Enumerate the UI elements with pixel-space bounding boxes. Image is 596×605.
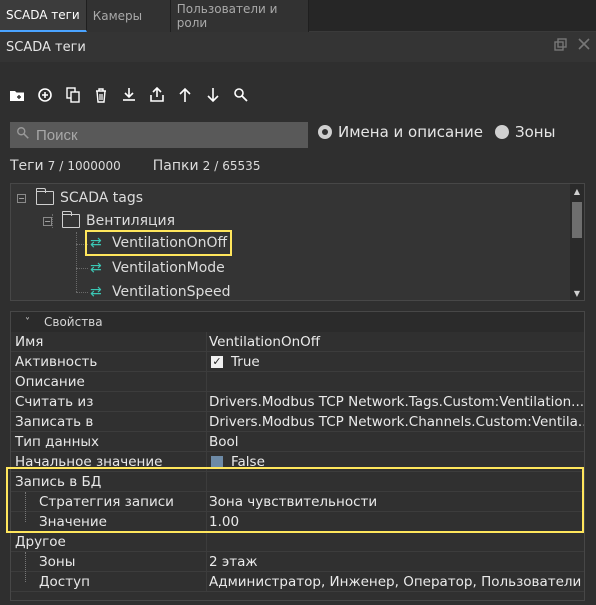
highlight-box [6,467,584,533]
checkbox-unchecked-icon[interactable]: ✓ [211,455,223,468]
prop-row: Записать в Drivers.Modbus TCP Network.Ch… [11,412,584,432]
search-icon[interactable] [232,86,250,104]
new-folder-icon[interactable] [8,86,26,104]
tree-guide [76,292,88,293]
prop-row-group: Другое [11,532,584,552]
tree-item-selected[interactable]: ⇄ VentilationOnOff [84,230,233,256]
folder-icon [62,211,80,228]
tab-bar: SCADA теги Камеры Пользователи и роли [0,0,596,32]
filter-names-descriptions[interactable]: Имена и описание [318,123,483,141]
move-up-icon[interactable] [176,86,194,104]
restore-icon[interactable] [554,38,568,56]
folders-count-sep: / [214,159,219,173]
folders-count-label: Папки [152,158,199,174]
checkbox-checked-icon[interactable]: ✓ [211,355,223,368]
tree-folder[interactable]: − Вентиляция [43,210,175,232]
import-icon[interactable] [120,86,138,104]
tree-scrollbar[interactable]: ▲ ▼ [570,184,584,300]
tab-cameras[interactable]: Камеры [86,0,171,32]
tree-guide [76,232,77,292]
tree-folder-label: Вентиляция [86,213,176,229]
folders-count-max: 65535 [222,159,261,173]
panel-title: SCADA теги [6,39,86,55]
toolbar [8,84,250,106]
prop-value[interactable]: 2 этаж [207,554,584,570]
search-box [10,122,308,148]
prop-row: Считать из Drivers.Modbus TCP Network.Ta… [11,392,584,412]
prop-name: Активность [11,352,207,371]
tag-icon: ⇄ [90,235,102,251]
prop-value[interactable]: Bool [207,434,584,450]
tree-root-label: SCADA tags [60,190,144,206]
folders-count-value: 2 [202,159,211,173]
prop-row: Описание [11,372,584,392]
filter-zones[interactable]: Зоны [495,123,555,141]
prop-name: Доступ [11,572,207,591]
search-filter: Имена и описание Зоны [318,123,555,141]
panel-controls [554,38,590,56]
properties-header[interactable]: ˅ Свойства [11,312,584,332]
prop-row: Имя VentilationOnOff [11,332,584,352]
export-icon[interactable] [148,86,166,104]
move-down-icon[interactable] [204,86,222,104]
counts-bar: Теги 7 / 1000000 Папки 2 / 65535 [10,158,260,174]
tags-count-value: 7 [47,159,56,173]
prop-row: Активность ✓ True [11,352,584,372]
prop-name: Зоны [11,552,207,571]
prop-value[interactable]: Администратор, Инженер, Оператор, Пользо… [207,574,584,590]
filter-zones-label: Зоны [515,123,556,141]
prop-value[interactable]: ✓ True [207,354,584,370]
prop-value[interactable]: Drivers.Modbus TCP Network.Tags.Custom:V… [207,394,584,410]
prop-group-name[interactable]: Другое [11,532,207,551]
properties-panel: ˅ Свойства Имя VentilationOnOff Активнос… [10,311,585,601]
copy-icon[interactable] [64,86,82,104]
tags-count-sep: / [59,159,64,173]
chevron-down-icon: ˅ [25,316,30,328]
prop-name: Считать из [11,392,207,411]
radio-unchecked-icon [495,125,510,139]
folder-icon [36,188,54,205]
panel-header: SCADA теги [0,32,596,62]
tree-guide [76,268,88,269]
prop-row: Тип данных Bool [11,432,584,452]
prop-name: Тип данных [11,432,207,451]
tags-count-max: 1000000 [67,159,121,173]
prop-name: Имя [11,332,207,351]
tree-item-label: VentilationOnOff [112,235,228,251]
prop-name: Описание [11,372,207,391]
properties-title: Свойства [44,315,103,329]
prop-value[interactable]: Drivers.Modbus TCP Network.Channels.Cust… [207,414,584,430]
tree-item[interactable]: ⇄ VentilationMode [90,257,225,279]
tab-users-roles[interactable]: Пользователи и роли [170,0,309,32]
tree-guide [25,552,26,582]
filter-names-label: Имена и описание [338,123,484,141]
tags-count-label: Теги [10,158,44,174]
prop-name: Записать в [11,412,207,431]
collapse-icon[interactable]: − [43,216,52,226]
tree-item-label: VentilationMode [112,260,225,276]
tab-scada-tags[interactable]: SCADA теги [0,0,87,32]
tag-icon: ⇄ [90,260,102,276]
prop-value-text: True [231,353,260,370]
scroll-thumb[interactable] [572,202,582,238]
tree-item[interactable]: ⇄ VentilationSpeed [90,281,231,303]
radio-checked-icon [318,125,332,139]
close-icon[interactable] [578,38,590,56]
search-field-icon [16,126,30,144]
collapse-icon[interactable]: − [17,193,26,203]
scroll-down-icon[interactable]: ▼ [571,287,583,299]
scroll-up-icon[interactable]: ▲ [571,185,583,197]
tree-item-label: VentilationSpeed [112,284,231,300]
add-icon[interactable] [36,86,54,104]
delete-icon[interactable] [92,86,110,104]
tree-root[interactable]: − SCADA tags [17,187,143,209]
search-input[interactable] [36,126,296,144]
prop-row: Доступ Администратор, Инженер, Оператор,… [11,572,584,592]
prop-value[interactable]: VentilationOnOff [207,334,584,350]
tag-icon: ⇄ [90,284,102,300]
tag-tree: − SCADA tags − Вентиляция ⇄ VentilationO… [10,183,585,301]
tab-bar-spacer [308,0,596,31]
prop-row: Зоны 2 этаж [11,552,584,572]
